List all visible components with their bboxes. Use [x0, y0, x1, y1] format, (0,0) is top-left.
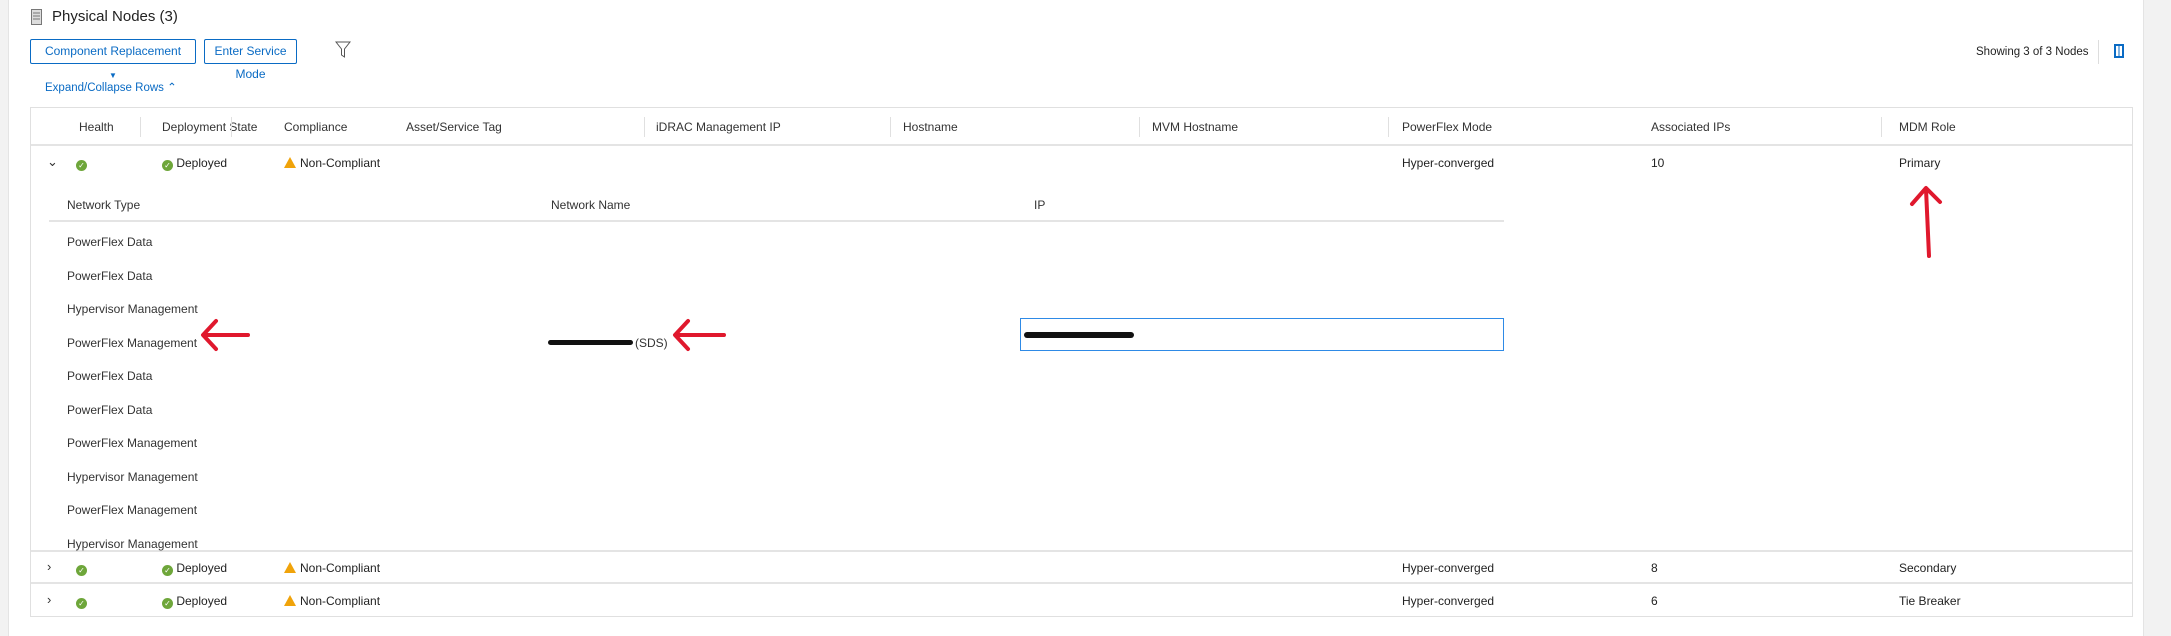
chevron-down-icon[interactable]: ⌄	[47, 154, 58, 170]
powerflex-mode: Hyper-converged	[1402, 594, 1495, 608]
left-panel-edge	[0, 0, 9, 636]
chevron-up-icon: ⌃	[167, 82, 177, 94]
component-replacement-label: Component Replacement	[44, 44, 182, 58]
col-separator	[1139, 117, 1140, 137]
component-replacement-button[interactable]: Component Replacement ▼	[30, 39, 196, 80]
deployment-state: ✓ Deployed	[162, 594, 227, 609]
expand-collapse-rows-link[interactable]: Expand/Collapse Rows ⌃	[45, 80, 177, 94]
associated-ips: 8	[1651, 561, 1658, 575]
mdm-role: Primary	[1899, 156, 1941, 170]
showing-count: Showing 3 of 3 Nodes	[1976, 46, 2089, 58]
table-row: › ✓ ✓ Deployed Non-Compliant Hyper-conve…	[31, 552, 2132, 584]
compliance-label: Non-Compliant	[300, 561, 381, 575]
deployment-label: Deployed	[176, 156, 228, 170]
health-ok-icon: ✓	[76, 594, 87, 609]
col-separator	[140, 117, 141, 137]
warning-icon	[284, 157, 296, 168]
table-row: › ✓ ✓ Deployed Non-Compliant Hyper-conve…	[31, 584, 2132, 616]
network-type: Hypervisor Management	[67, 537, 198, 551]
compliance-status: Non-Compliant	[284, 594, 380, 608]
compliance-status: Non-Compliant	[284, 156, 380, 170]
chevron-right-icon[interactable]: ›	[47, 559, 51, 574]
server-icon	[31, 9, 42, 28]
powerflex-mode: Hyper-converged	[1402, 561, 1495, 575]
col-hostname[interactable]: Hostname	[903, 120, 958, 134]
warning-icon	[284, 595, 296, 606]
powerflex-mode: Hyper-converged	[1402, 156, 1495, 170]
compliance-status: Non-Compliant	[284, 561, 380, 575]
col-mvm-hostname[interactable]: MVM Hostname	[1152, 120, 1238, 134]
health-ok-icon: ✓	[76, 561, 87, 576]
col-separator	[1881, 117, 1882, 137]
compliance-label: Non-Compliant	[300, 156, 381, 170]
deployment-state: ✓ Deployed	[162, 561, 227, 576]
nested-col-network-name: Network Name	[551, 198, 631, 212]
warning-icon	[284, 562, 296, 573]
col-mdm-role[interactable]: MDM Role	[1899, 120, 1956, 134]
col-separator	[1388, 117, 1389, 137]
compliance-label: Non-Compliant	[300, 594, 381, 608]
divider	[2098, 40, 2099, 64]
associated-ips: 10	[1651, 156, 1665, 170]
network-type: PowerFlex Data	[67, 403, 153, 417]
check-icon: ✓	[162, 160, 173, 171]
network-type: PowerFlex Data	[67, 235, 153, 249]
deployment-label: Deployed	[176, 594, 228, 608]
network-type: PowerFlex Data	[67, 269, 153, 283]
network-name-sds-suffix: (SDS)	[635, 336, 668, 350]
col-separator	[890, 117, 891, 137]
caret-down-icon: ▼	[109, 71, 117, 80]
associated-ips: 6	[1651, 594, 1658, 608]
network-type: PowerFlex Data	[67, 369, 153, 383]
col-health[interactable]: Health	[79, 120, 114, 134]
chevron-right-icon[interactable]: ›	[47, 592, 51, 607]
check-icon: ✓	[162, 598, 173, 609]
col-compliance[interactable]: Compliance	[284, 120, 347, 134]
mdm-role: Tie Breaker	[1899, 594, 1961, 608]
col-associated-ips[interactable]: Associated IPs	[1651, 120, 1730, 134]
col-powerflex-mode[interactable]: PowerFlex Mode	[1402, 120, 1492, 134]
scrollbar-track[interactable]	[2143, 0, 2171, 636]
red-arrow-up-icon	[1910, 186, 1942, 258]
deployment-label: Deployed	[176, 561, 228, 575]
page-title: Physical Nodes (3)	[52, 8, 178, 25]
network-type: Hypervisor Management	[67, 470, 198, 484]
filter-icon[interactable]	[334, 41, 352, 62]
table-row: ⌄ ✓ ✓ Deployed Non-Compliant Hyper-conve…	[31, 146, 2132, 552]
deployment-state: ✓ Deployed	[162, 156, 227, 171]
nested-col-network-type: Network Type	[67, 198, 141, 212]
redacted-network-name	[548, 340, 633, 345]
enter-service-mode-button[interactable]: Enter Service Mode	[204, 39, 297, 81]
nested-col-ip: IP	[1034, 198, 1046, 212]
col-deployment-state[interactable]: Deployment State	[162, 120, 257, 134]
red-arrow-left-icon	[673, 319, 726, 351]
health-ok-icon: ✓	[76, 156, 87, 171]
network-type: PowerFlex Management	[67, 336, 198, 350]
network-type: Hypervisor Management	[67, 302, 198, 316]
expand-collapse-label: Expand/Collapse Rows	[45, 82, 164, 94]
nested-header-divider	[49, 220, 1504, 222]
red-arrow-left-icon	[201, 319, 250, 351]
col-separator	[644, 117, 645, 137]
mdm-role: Secondary	[1899, 561, 1957, 575]
table-header: Health Deployment State Compliance Asset…	[31, 108, 2132, 146]
col-asset-service-tag[interactable]: Asset/Service Tag	[406, 120, 502, 134]
network-type: PowerFlex Management	[67, 436, 198, 450]
column-settings-icon[interactable]	[2114, 44, 2124, 58]
col-separator	[231, 117, 232, 137]
check-icon: ✓	[162, 565, 173, 576]
redacted-ip	[1024, 332, 1134, 338]
network-type: PowerFlex Management	[67, 503, 198, 517]
col-idrac-ip[interactable]: iDRAC Management IP	[656, 120, 781, 134]
nodes-table: Health Deployment State Compliance Asset…	[30, 107, 2133, 617]
